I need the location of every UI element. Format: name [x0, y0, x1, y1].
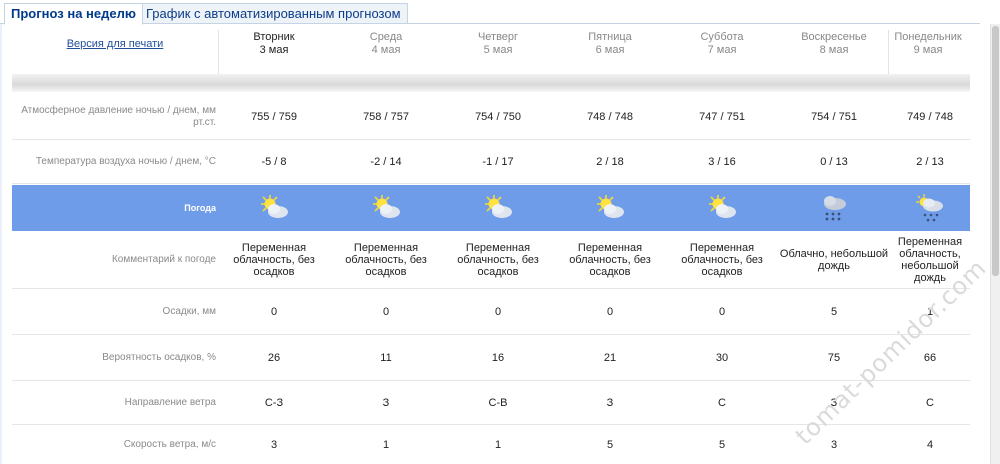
probability-cell: 11: [380, 351, 392, 364]
row-precipitation: Осадки, мм 0 0 0 0 0 5 1: [12, 289, 970, 335]
row-label-comment: Комментарий к погоде: [111, 253, 216, 265]
day-date: 6 мая: [595, 44, 625, 56]
temperature-cell: 2 / 13: [916, 155, 944, 168]
frame-border: [0, 24, 2, 464]
comment-cell: Переменная облачность, без осадков: [345, 241, 427, 278]
row-label-wind-direction: Направление ветра: [124, 396, 216, 408]
sun-cloud-icon: [485, 195, 512, 218]
pressure-cell: 748 / 748: [587, 110, 633, 123]
day-weekday: Пятница: [588, 31, 632, 43]
wind-direction-cell: С: [926, 396, 934, 409]
wind-direction-cell: С-З: [264, 396, 284, 409]
scrollbar-thumb[interactable]: [992, 26, 999, 276]
day-date: 5 мая: [483, 44, 513, 56]
row-label-temperature: Температура воздуха ночью / днем, °С: [35, 155, 216, 167]
precipitation-cell: 0: [494, 305, 502, 318]
day-weekday: Среда: [369, 31, 403, 43]
wind-speed-cell: 3: [270, 438, 278, 451]
sun-cloud-icon: [597, 195, 624, 218]
comment-cell: Переменная облачность, без осадков: [233, 241, 315, 278]
sun-cloud-icon: [261, 195, 288, 218]
weather-cell: [666, 185, 778, 231]
pressure-cell: 758 / 757: [363, 110, 409, 123]
pressure-cell: 747 / 751: [699, 110, 745, 123]
sun-cloud-icon: [709, 195, 736, 218]
temperature-cell: -5 / 8: [261, 155, 287, 168]
day-date: 7 мая: [707, 44, 737, 56]
day-header: Среда 4 мая: [330, 31, 442, 57]
pressure-cell: 755 / 759: [251, 110, 297, 123]
day-header: Вторник 3 мая: [218, 31, 330, 57]
row-temperature: Температура воздуха ночью / днем, °С -5 …: [12, 140, 970, 184]
temperature-cell: -2 / 14: [370, 155, 402, 168]
weather-cell: [874, 185, 986, 231]
row-weather: Погода: [12, 185, 970, 231]
row-label-precipitation-probability: Вероятность осадков, %: [102, 351, 216, 363]
tab-bar: Прогноз на неделю График с автоматизиров…: [0, 0, 980, 25]
tab-weekly-forecast[interactable]: Прогноз на неделю: [4, 3, 143, 25]
wind-direction-cell: З: [606, 396, 614, 409]
comment-cell: Переменная облачность, без осадков: [681, 241, 763, 278]
day-date: 3 мая: [259, 44, 289, 56]
wind-direction-cell: З: [382, 396, 390, 409]
row-comment: Комментарий к погоде Переменная облачнос…: [12, 231, 970, 289]
weather-cell: [554, 185, 666, 231]
comment-cell: Переменная облачность, без осадков: [457, 241, 539, 278]
precipitation-cell: 0: [718, 305, 726, 318]
row-label-precipitation: Осадки, мм: [162, 305, 216, 317]
sun-cloud-icon: [373, 195, 400, 218]
weather-cell: [330, 185, 442, 231]
day-date: 4 мая: [371, 44, 401, 56]
wind-speed-cell: 5: [718, 438, 726, 451]
print-version-link[interactable]: Версия для печати: [52, 38, 178, 50]
header-shade: [12, 74, 970, 92]
precipitation-cell: 0: [606, 305, 614, 318]
wind-direction-cell: С-В: [488, 396, 508, 409]
day-weekday: Суббота: [700, 31, 744, 43]
day-header: Четверг 5 мая: [442, 31, 554, 57]
wind-speed-cell: 4: [926, 438, 934, 451]
probability-cell: 26: [267, 351, 281, 364]
wind-speed-cell: 5: [606, 438, 614, 451]
temperature-cell: 2 / 18: [596, 155, 624, 168]
probability-cell: 16: [491, 351, 505, 364]
tab-automated-chart[interactable]: График с автоматизированным прогнозом: [139, 3, 408, 24]
cloud-rain-icon: [824, 196, 846, 221]
precipitation-cell: 0: [270, 305, 278, 318]
probability-cell: 21: [603, 351, 617, 364]
comment-cell: Переменная облачность, без осадков: [569, 241, 651, 278]
row-precipitation-probability: Вероятность осадков, % 26 11 16 21 30 75…: [12, 335, 970, 381]
wind-speed-cell: 1: [494, 438, 502, 451]
day-weekday: Вторник: [253, 31, 295, 43]
temperature-cell: 3 / 16: [708, 155, 736, 168]
day-header: Суббота 7 мая: [666, 31, 778, 57]
row-pressure: Атмосферное давление ночью / днем, мм рт…: [12, 94, 970, 140]
sun-cloud-rain-icon: [916, 194, 943, 222]
temperature-cell: -1 / 17: [482, 155, 514, 168]
pressure-cell: 749 / 748: [907, 110, 953, 123]
row-label-pressure: Атмосферное давление ночью / днем, мм рт…: [21, 104, 216, 128]
precipitation-cell: 0: [382, 305, 390, 318]
pressure-cell: 754 / 750: [475, 110, 521, 123]
probability-cell: 30: [715, 351, 729, 364]
day-weekday: Четверг: [477, 31, 519, 43]
wind-direction-cell: С: [718, 396, 726, 409]
day-header: Пятница 6 мая: [554, 31, 666, 57]
wind-speed-cell: 1: [382, 438, 390, 451]
weather-cell: [218, 185, 330, 231]
row-label-wind-speed: Скорость ветра, м/с: [123, 438, 216, 450]
weather-cell: [442, 185, 554, 231]
row-label-weather: Погода: [184, 203, 216, 213]
